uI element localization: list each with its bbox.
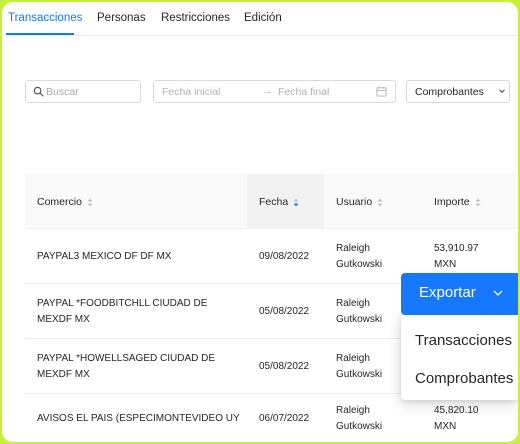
merchant-cell: AVISOS EL PAIS (ESPECIMONTEVIDEO UY xyxy=(37,413,240,424)
search-input[interactable]: Buscar xyxy=(25,80,141,103)
date-cell: 05/08/2022 xyxy=(259,306,310,317)
sort-icon[interactable] xyxy=(377,198,383,207)
date-cell: 09/08/2022 xyxy=(259,251,310,262)
user-cell: Raleigh Gutkowski xyxy=(336,298,383,325)
range-arrow-icon: → xyxy=(262,85,273,97)
document-type-select[interactable]: Comprobantes xyxy=(406,80,510,103)
amount-cell: 53,910.97 MXN xyxy=(434,243,479,270)
user-cell: Raleigh Gutkowski xyxy=(336,243,383,270)
export-menu-item-comprobantes[interactable]: Comprobantes xyxy=(415,370,513,387)
search-placeholder: Buscar xyxy=(46,86,79,98)
end-date-field[interactable]: Fecha final xyxy=(278,86,329,98)
export-button[interactable]: Exportar xyxy=(401,273,518,315)
user-cell: Raleigh Gutkowski xyxy=(336,353,383,380)
export-menu: Transacciones Comprobantes xyxy=(401,312,518,400)
date-range-picker[interactable]: Fecha inicial → Fecha final xyxy=(153,80,396,103)
export-menu-item-transacciones[interactable]: Transacciones xyxy=(415,332,512,349)
merchant-cell: PAYPAL *FOODBITCHLL CIUDAD DE MEXDF MX xyxy=(37,298,208,325)
amount-cell: 45,820.10 MXN xyxy=(434,405,479,432)
tab-personas[interactable]: Personas xyxy=(97,12,146,24)
tab-edicion[interactable]: Edición xyxy=(244,12,282,24)
column-header-fecha[interactable]: Fecha xyxy=(259,196,299,208)
active-tab-indicator xyxy=(6,33,74,35)
user-cell: Raleigh Gutkowski xyxy=(336,405,383,432)
merchant-cell: PAYPAL3 MEXICO DF DF MX xyxy=(37,251,172,262)
date-cell: 06/07/2022 xyxy=(259,413,310,424)
column-header-comercio[interactable]: Comercio xyxy=(37,196,93,208)
search-icon xyxy=(33,86,44,97)
table-header: Comercio Fecha Usuario Importe xyxy=(25,174,518,229)
chevron-down-icon xyxy=(499,89,505,94)
chevron-down-icon xyxy=(493,290,503,296)
calendar-icon xyxy=(376,86,387,97)
sort-icon[interactable] xyxy=(475,198,481,207)
select-value: Comprobantes xyxy=(415,86,484,98)
tab-restricciones[interactable]: Restricciones xyxy=(161,12,230,24)
export-button-label: Exportar xyxy=(419,284,476,301)
start-date-field[interactable]: Fecha inicial xyxy=(162,86,220,98)
tab-bar: Transacciones Personas Restricciones Edi… xyxy=(2,2,518,36)
column-header-usuario[interactable]: Usuario xyxy=(336,196,383,208)
sort-icon[interactable] xyxy=(87,198,93,207)
merchant-cell: PAYPAL *HOWELLSAGED CIUDAD DE MEXDF MX xyxy=(37,353,216,380)
app-window: Transacciones Personas Restricciones Edi… xyxy=(2,2,518,442)
sort-descending-icon[interactable] xyxy=(293,198,299,207)
tab-transacciones[interactable]: Transacciones xyxy=(8,12,82,24)
date-cell: 05/08/2022 xyxy=(259,361,310,372)
table-row[interactable]: AVISOS EL PAIS (ESPECIMONTEVIDEO UY 06/0… xyxy=(25,394,518,442)
column-header-importe[interactable]: Importe xyxy=(434,196,481,208)
